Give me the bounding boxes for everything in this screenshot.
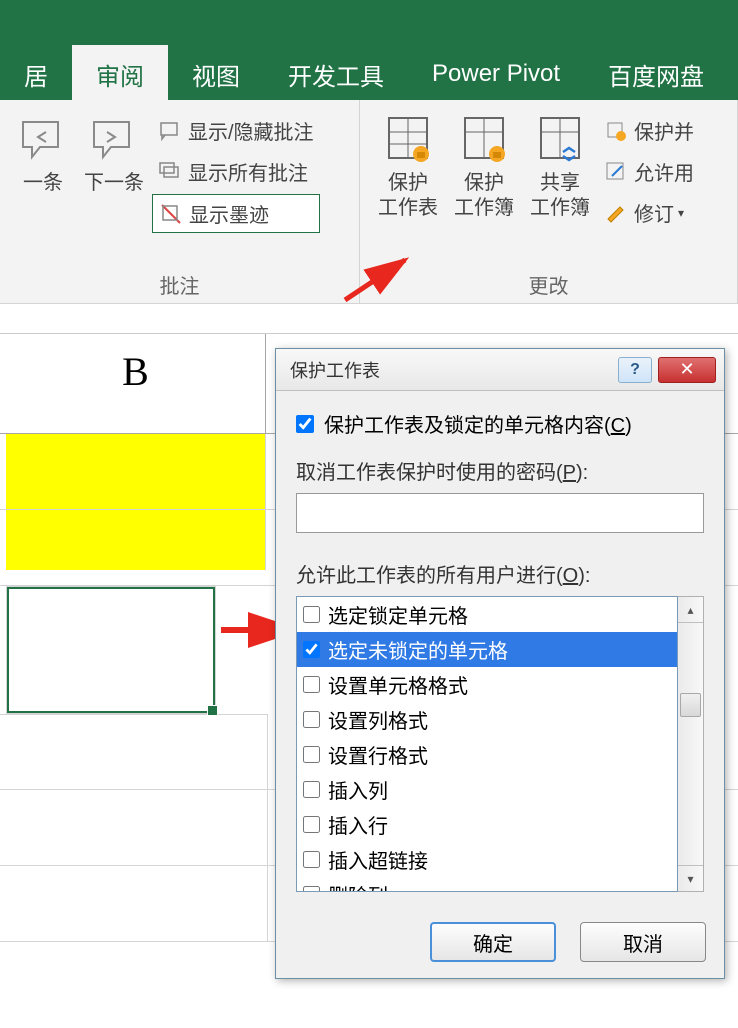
app-titlebar <box>0 0 738 48</box>
allow-users-button[interactable]: 允许用 <box>598 153 700 190</box>
ribbon-group-comments: 一条 下一条 显示/隐藏批注 显示所有批注 显示墨迹 <box>0 100 360 303</box>
perm-delete-cols-cb[interactable] <box>303 886 320 892</box>
tab-data[interactable]: 居 <box>0 45 72 104</box>
password-input[interactable] <box>296 493 704 533</box>
track-changes-button[interactable]: 修订 ▾ <box>598 194 700 231</box>
prev-comment-button[interactable]: 一条 <box>10 108 76 264</box>
perm-insert-links[interactable]: 插入超链接 <box>297 842 677 877</box>
share-workbook-label: 共享 工作簿 <box>530 171 590 221</box>
scroll-track[interactable] <box>678 623 703 865</box>
perm-insert-cols[interactable]: 插入列 <box>297 772 677 807</box>
protect-sheet-dialog: 保护工作表 ? ✕ 保护工作表及锁定的单元格内容(C) 取消工作表保护时使用的密… <box>275 348 725 979</box>
next-comment-icon <box>89 112 139 167</box>
show-hide-comment-button[interactable]: 显示/隐藏批注 <box>152 112 320 149</box>
group-comments-label: 批注 <box>10 264 349 299</box>
permissions-scrollbar[interactable]: ▴ ▾ <box>678 596 704 892</box>
perm-insert-rows-cb[interactable] <box>303 816 320 833</box>
tab-baidu[interactable]: 百度网盘 <box>584 45 728 104</box>
share-workbook-icon <box>535 112 585 167</box>
dialog-title: 保护工作表 <box>290 357 380 383</box>
scroll-down-button[interactable]: ▾ <box>678 865 703 891</box>
protect-and-label: 保护并 <box>634 116 694 145</box>
show-ink-label: 显示墨迹 <box>189 199 269 228</box>
ink-icon <box>159 202 183 226</box>
perm-select-locked[interactable]: 选定锁定单元格 <box>297 597 677 632</box>
show-hide-label: 显示/隐藏批注 <box>188 116 314 145</box>
track-changes-label: 修订 <box>634 198 674 227</box>
scroll-thumb[interactable] <box>680 693 701 717</box>
allow-users-label: 允许用 <box>634 157 694 186</box>
perm-select-unlocked-cb[interactable] <box>303 641 320 658</box>
ribbon-tabs: 居 审阅 视图 开发工具 Power Pivot 百度网盘 <box>0 48 738 100</box>
permissions-list[interactable]: 选定锁定单元格 选定未锁定的单元格 设置单元格格式 设置列格式 设置行格式 插入… <box>296 596 678 892</box>
perm-insert-cols-cb[interactable] <box>303 781 320 798</box>
perm-select-locked-cb[interactable] <box>303 606 320 623</box>
perm-format-cells[interactable]: 设置单元格格式 <box>297 667 677 702</box>
prev-comment-icon <box>18 112 68 167</box>
dialog-titlebar[interactable]: 保护工作表 ? ✕ <box>276 349 724 391</box>
perm-format-cols-cb[interactable] <box>303 711 320 728</box>
tab-developer[interactable]: 开发工具 <box>264 45 408 104</box>
protect-workbook-icon <box>459 112 509 167</box>
perm-format-cells-cb[interactable] <box>303 676 320 693</box>
pencil-icon <box>604 201 628 225</box>
tab-view[interactable]: 视图 <box>168 45 264 104</box>
lock-small-icon <box>604 119 628 143</box>
show-all-label: 显示所有批注 <box>188 157 308 186</box>
edit-range-icon <box>604 160 628 184</box>
comments-icon <box>158 160 182 184</box>
perm-delete-cols[interactable]: 删除列 <box>297 877 677 892</box>
permissions-box: 选定锁定单元格 选定未锁定的单元格 设置单元格格式 设置列格式 设置行格式 插入… <box>296 596 704 892</box>
perm-format-rows-cb[interactable] <box>303 746 320 763</box>
column-b-header[interactable]: B <box>6 334 266 433</box>
dialog-close-button[interactable]: ✕ <box>658 357 716 383</box>
group-changes-label: 更改 <box>370 264 727 299</box>
dialog-help-button[interactable]: ? <box>618 357 652 383</box>
protect-content-checkbox[interactable] <box>296 415 314 433</box>
next-comment-button[interactable]: 下一条 <box>76 108 152 264</box>
perm-select-unlocked[interactable]: 选定未锁定的单元格 <box>297 632 677 667</box>
next-comment-label: 下一条 <box>84 171 144 196</box>
dialog-button-row: 确定 取消 <box>276 906 724 978</box>
scroll-up-button[interactable]: ▴ <box>678 597 703 623</box>
allow-users-label-text: 允许此工作表的所有用户进行(O): <box>296 559 704 588</box>
prev-comment-label: 一条 <box>23 171 63 196</box>
red-arrow-1 <box>340 250 420 310</box>
protect-content-label: 保护工作表及锁定的单元格内容(C) <box>324 409 632 438</box>
cell-b1[interactable] <box>6 434 266 509</box>
cancel-button[interactable]: 取消 <box>580 922 706 962</box>
perm-insert-links-cb[interactable] <box>303 851 320 868</box>
protect-workbook-label: 保护 工作簿 <box>454 171 514 221</box>
protect-and-button[interactable]: 保护并 <box>598 112 700 149</box>
show-ink-button[interactable]: 显示墨迹 <box>152 194 320 233</box>
ok-button[interactable]: 确定 <box>430 922 556 962</box>
protect-workbook-button[interactable]: 保护 工作簿 <box>446 108 522 264</box>
cell-selected[interactable] <box>7 587 215 713</box>
perm-format-rows[interactable]: 设置行格式 <box>297 737 677 772</box>
protect-sheet-label: 保护 工作表 <box>378 171 438 221</box>
tab-review[interactable]: 审阅 <box>72 45 168 104</box>
show-all-comments-button[interactable]: 显示所有批注 <box>152 153 320 190</box>
comment-icon <box>158 119 182 143</box>
protect-sheet-icon <box>383 112 433 167</box>
protect-sheet-button[interactable]: 保护 工作表 <box>370 108 446 264</box>
password-label: 取消工作表保护时使用的密码(P): <box>296 456 704 485</box>
protect-content-row: 保护工作表及锁定的单元格内容(C) <box>296 409 704 438</box>
perm-format-cols[interactable]: 设置列格式 <box>297 702 677 737</box>
share-workbook-button[interactable]: 共享 工作簿 <box>522 108 598 264</box>
tab-powerpivot[interactable]: Power Pivot <box>408 48 584 100</box>
perm-insert-rows[interactable]: 插入行 <box>297 807 677 842</box>
cell-b2[interactable] <box>6 510 266 570</box>
